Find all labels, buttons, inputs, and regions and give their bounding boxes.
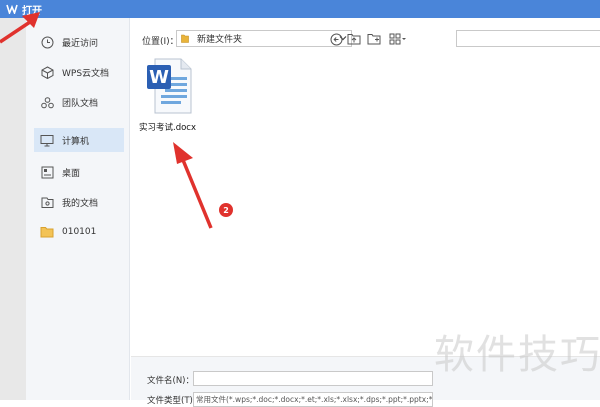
sidebar-item-label: 团队文档 — [62, 98, 99, 109]
chevron-down-icon — [402, 38, 406, 40]
desktop-icon — [40, 165, 54, 179]
folder-up-icon — [347, 34, 361, 45]
file-item[interactable]: W 实习考试.docx — [135, 55, 205, 133]
sidebar-item-label: WPS云文档 — [62, 68, 110, 79]
view-mode-button[interactable] — [387, 32, 409, 46]
sidebar-item-label: 计算机 — [62, 136, 90, 147]
monitor-icon — [40, 133, 54, 147]
file-list-area: W 实习考试.docx — [131, 52, 600, 362]
window-title: 打开 — [22, 5, 42, 17]
location-toolbar: 位置(I)： 新建文件夹 — [130, 26, 600, 52]
sidebar-item-label: 我的文档 — [62, 198, 99, 209]
new-folder-button[interactable] — [367, 32, 381, 46]
window-titlebar: 打开 — [0, 0, 600, 18]
folder-icon — [40, 225, 54, 239]
team-icon — [40, 95, 54, 109]
sidebar-item-wps-cloud[interactable]: WPS云文档 — [34, 60, 124, 84]
grid-view-icon — [389, 33, 401, 45]
new-folder-icon — [367, 34, 381, 45]
sidebar-item-desktop[interactable]: 桌面 — [34, 160, 124, 184]
sidebar-item-010101[interactable]: 010101 — [34, 220, 124, 244]
sidebar-item-label: 010101 — [62, 227, 97, 237]
filename-label: 文件名(N)： — [147, 376, 194, 386]
filename-input[interactable] — [193, 371, 433, 386]
sidebar-item-label: 桌面 — [62, 168, 81, 179]
back-arrow-icon — [330, 33, 342, 45]
svg-text:W: W — [149, 67, 169, 88]
up-folder-button[interactable] — [347, 32, 361, 46]
location-value: 新建文件夹 — [197, 35, 243, 45]
watermark-text: 软件技巧 — [434, 332, 600, 378]
sidebar-item-my-docs[interactable]: 我的文档 — [34, 190, 124, 214]
back-button[interactable] — [329, 32, 343, 46]
sidebar: 最近访问 WPS云文档 团队文档 计算机 桌面 我的文档 010101 — [26, 18, 130, 400]
my-docs-icon — [40, 195, 54, 209]
file-name: 实习考试.docx — [139, 123, 197, 133]
search-input[interactable] — [456, 30, 600, 47]
left-edge-strip — [0, 18, 26, 400]
sidebar-item-computer[interactable]: 计算机 — [34, 128, 124, 152]
location-dropdown[interactable]: 新建文件夹 — [176, 30, 352, 47]
wps-logo-icon — [6, 4, 18, 14]
word-doc-icon: W — [147, 58, 192, 114]
cube-icon — [40, 65, 54, 79]
sidebar-item-recent[interactable]: 最近访问 — [34, 30, 124, 54]
folder-icon — [181, 34, 189, 43]
sidebar-item-team-docs[interactable]: 团队文档 — [34, 90, 124, 114]
clock-icon — [40, 35, 54, 49]
step-badge: 2 — [219, 203, 233, 217]
location-label: 位置(I)： — [142, 37, 179, 47]
sidebar-item-label: 最近访问 — [62, 38, 99, 49]
